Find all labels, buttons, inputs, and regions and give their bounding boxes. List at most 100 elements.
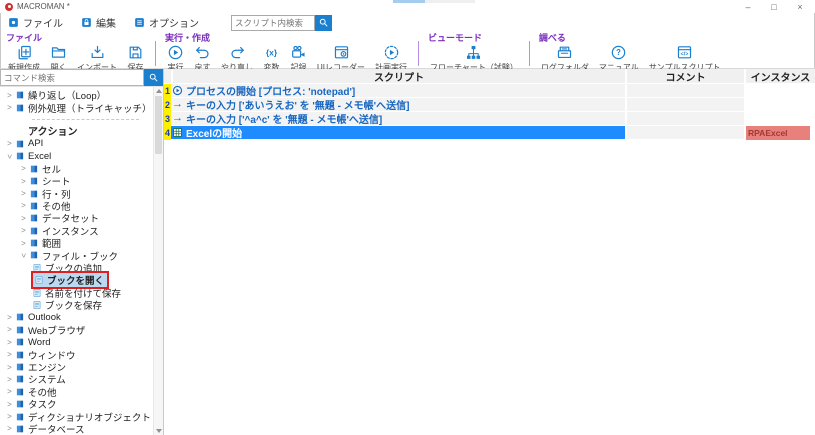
tree-item-label: ブックを保存 — [45, 301, 103, 313]
script-cell[interactable]: プロセスの開始 [プロセス: 'notepad'] — [171, 84, 627, 98]
category-icon — [29, 226, 39, 236]
category-icon — [29, 201, 39, 211]
chevron-down-icon[interactable]: > — [5, 152, 14, 161]
chevron-right-icon[interactable]: > — [19, 239, 28, 248]
scroll-thumb[interactable] — [155, 96, 162, 154]
tree-item[interactable]: > 例外処理（トライキャッチ） — [0, 101, 153, 115]
category-icon — [15, 362, 25, 372]
script-text: プロセスの開始 [プロセス: 'notepad'] — [186, 87, 356, 98]
chevron-right-icon[interactable]: > — [5, 424, 14, 433]
instance-cell[interactable]: RPAExcel — [746, 126, 815, 140]
tree-item-label: Webブラウザ — [28, 325, 86, 337]
script-empty-area[interactable] — [164, 140, 815, 435]
tree-item[interactable]: > 行・列 — [0, 187, 153, 201]
chevron-right-icon[interactable]: > — [19, 164, 28, 173]
comment-cell[interactable] — [627, 98, 746, 112]
tree-item[interactable]: ブックを開く — [0, 271, 153, 290]
script-cell[interactable]: → キーの入力 ['あいうえお' を '無題 - メモ帳'へ送信] — [171, 98, 627, 112]
menu-item-label: ファイル — [23, 19, 63, 30]
command-search-input[interactable] — [0, 69, 144, 86]
command-search-box — [0, 69, 163, 87]
chevron-right-icon[interactable]: > — [5, 350, 14, 359]
category-icon — [15, 337, 25, 347]
tree-item[interactable]: > API — [0, 138, 153, 150]
chevron-right-icon[interactable]: > — [19, 201, 28, 210]
chevron-right-icon[interactable]: > — [19, 189, 28, 198]
chevron-right-icon[interactable]: > — [19, 226, 28, 235]
category-icon — [15, 325, 25, 335]
tree-item[interactable]: > エンジン — [0, 361, 153, 375]
tree-item[interactable]: > システム — [0, 373, 153, 387]
menu-item-edit[interactable]: 編集 — [81, 15, 116, 30]
tree-item[interactable]: > タスク — [0, 398, 153, 412]
script-row[interactable]: 2 → キーの入力 ['あいうえお' を '無題 - メモ帳'へ送信] — [164, 98, 815, 112]
chevron-right-icon[interactable]: > — [5, 139, 14, 148]
chevron-right-icon[interactable]: > — [5, 375, 14, 384]
tree-item[interactable]: > 繰り返し（Loop） — [0, 89, 153, 103]
toolbar-divider — [418, 41, 419, 66]
tree-item[interactable]: > Webブラウザ — [0, 324, 153, 337]
close-button[interactable]: × — [787, 0, 813, 13]
tree-item[interactable]: > ファイル・ブック — [0, 249, 153, 263]
chevron-right-icon[interactable]: > — [5, 325, 14, 334]
chevron-right-icon[interactable]: > — [5, 338, 14, 347]
chevron-right-icon[interactable]: > — [5, 91, 14, 100]
tree-item[interactable]: > シート — [0, 175, 153, 189]
script-cell[interactable]: → キーの入力 ['^a^c' を '無題 - メモ帳'へ送信] — [171, 112, 627, 126]
chevron-right-icon[interactable]: > — [19, 214, 28, 223]
scroll-down-arrow-icon[interactable] — [155, 429, 162, 433]
chevron-down-icon[interactable]: > — [19, 251, 28, 260]
script-row[interactable]: 1 プロセスの開始 [プロセス: 'notepad'] — [164, 84, 815, 98]
script-search-button[interactable] — [315, 14, 332, 31]
toolbar-section-label: 実行・作成 — [165, 33, 211, 43]
category-icon — [15, 350, 25, 360]
chevron-right-icon[interactable]: > — [5, 363, 14, 372]
instance-cell[interactable] — [746, 84, 815, 98]
chevron-right-icon[interactable]: > — [5, 400, 14, 409]
script-search-input[interactable] — [231, 14, 315, 31]
chevron-right-icon[interactable]: > — [19, 177, 28, 186]
tree-item[interactable]: > 範囲 — [0, 237, 153, 251]
tree-item[interactable]: > その他 — [0, 386, 153, 399]
chevron-right-icon[interactable]: > — [5, 103, 14, 112]
app-logo-icon — [5, 2, 13, 11]
tree-item[interactable]: > データセット — [0, 212, 153, 226]
category-icon — [15, 312, 25, 322]
tree-item[interactable]: ブックを保存 — [0, 299, 153, 313]
script-row[interactable]: 4 Excelの開始 RPAExcel — [164, 126, 815, 140]
tree-item[interactable]: 名前を付けて保存 — [0, 286, 153, 300]
comment-cell[interactable] — [627, 84, 746, 98]
menu-item-file[interactable]: ファイル — [8, 15, 63, 30]
tree-item[interactable]: > セル — [0, 163, 153, 176]
category-icon — [29, 213, 39, 223]
maximize-button[interactable]: □ — [761, 0, 787, 13]
category-icon — [29, 189, 39, 199]
search-icon — [148, 72, 159, 83]
edit-menu-icon — [81, 17, 92, 28]
tree-item-label: API — [28, 138, 44, 150]
tree-item[interactable]: > データベース — [0, 423, 153, 435]
script-row[interactable]: 3 → キーの入力 ['^a^c' を '無題 - メモ帳'へ送信] — [164, 112, 815, 126]
comment-cell[interactable] — [627, 126, 746, 140]
command-search-button[interactable] — [144, 69, 163, 86]
tree-item[interactable]: > その他 — [0, 200, 153, 213]
sidebar-scrollbar[interactable] — [153, 87, 163, 435]
scroll-up-arrow-icon[interactable] — [155, 89, 162, 93]
tree-item[interactable]: > Outlook — [0, 311, 153, 323]
tree-item[interactable]: > Excel — [0, 150, 153, 162]
chevron-right-icon[interactable]: > — [5, 387, 14, 396]
category-icon — [29, 250, 39, 260]
tree-item[interactable]: > Word — [0, 336, 153, 348]
instance-cell[interactable] — [746, 112, 815, 126]
comment-cell[interactable] — [627, 112, 746, 126]
tree-item[interactable]: > ウィンドウ — [0, 348, 153, 362]
chevron-right-icon[interactable]: > — [5, 412, 14, 421]
menu-item-options[interactable]: オプション — [134, 15, 199, 30]
tree-item[interactable]: > インスタンス — [0, 225, 153, 238]
chevron-right-icon[interactable]: > — [5, 313, 14, 322]
minimize-button[interactable]: – — [735, 0, 761, 13]
options-menu-icon — [134, 17, 145, 28]
script-cell[interactable]: Excelの開始 — [171, 126, 627, 140]
tree-item[interactable]: > ディクショナリオブジェクト — [0, 410, 153, 424]
instance-cell[interactable] — [746, 98, 815, 112]
